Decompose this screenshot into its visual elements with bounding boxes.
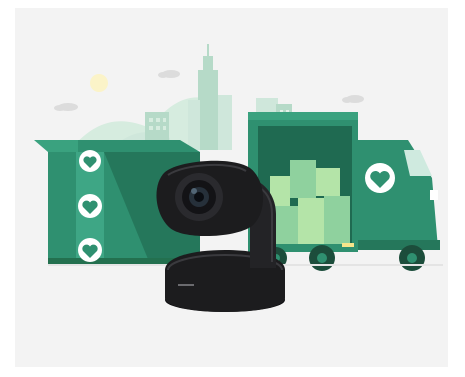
camera-brand-logo (178, 284, 194, 286)
truck-wheel (309, 245, 335, 271)
heart-badge-icon (78, 238, 102, 262)
heart-badge-icon (365, 163, 395, 193)
sun-icon (90, 74, 108, 92)
truck-wheel (399, 245, 425, 271)
product-illustration (34, 44, 443, 312)
heart-badge-icon (79, 150, 101, 172)
cloud-icon (54, 103, 78, 111)
image-frame: logitech (0, 0, 465, 377)
heart-badge-icon (78, 194, 102, 218)
delivery-truck (248, 112, 440, 271)
cloud-icon (342, 95, 364, 103)
cloud-icon (158, 70, 180, 78)
